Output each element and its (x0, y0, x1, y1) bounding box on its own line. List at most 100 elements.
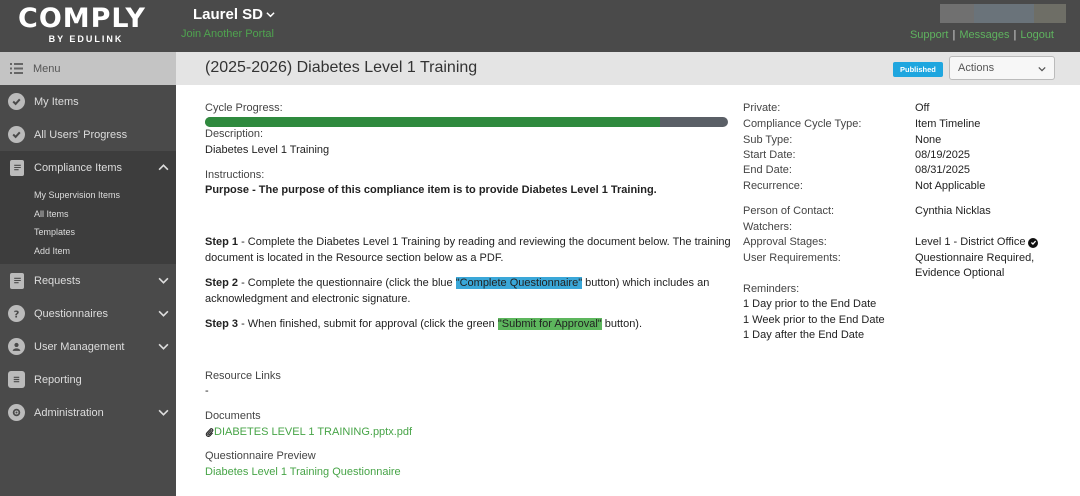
cycle-type-value: Item Timeline (915, 118, 981, 130)
support-link[interactable]: Support (910, 29, 949, 41)
recurrence-value: Not Applicable (915, 180, 986, 192)
user-icon (8, 338, 25, 355)
logout-link[interactable]: Logout (1020, 29, 1054, 41)
logo-subtext: BY EDULINK (48, 34, 124, 44)
step-3-text: Step 3 - When finished, submit for appro… (205, 317, 735, 333)
documents-label: Documents (205, 410, 261, 422)
join-portal-link[interactable]: Join Another Portal (181, 28, 274, 40)
step-3-body-post: button). (601, 318, 643, 330)
portal-selector[interactable]: Laurel SD (193, 6, 275, 23)
submenu-add-item[interactable]: Add Item (0, 242, 176, 261)
end-date-value: 08/31/2025 (915, 164, 971, 176)
sidebar-item-label: Reporting (34, 373, 82, 386)
step-2-label: Step 2 (205, 277, 239, 289)
private-label: Private: (743, 102, 781, 114)
submenu-my-supervision-items[interactable]: My Supervision Items (0, 186, 176, 205)
complete-questionnaire-highlight: "Complete Questionnaire" (455, 277, 583, 289)
step-1-body: - Complete the Diabetes Level 1 Training… (205, 236, 731, 264)
step-1-label: Step 1 (205, 236, 239, 248)
description-label: Description: (205, 128, 264, 140)
chevron-down-icon (158, 409, 169, 416)
step-2-text: Step 2 - Complete the questionnaire (cli… (205, 276, 735, 307)
compliance-items-submenu: My Supervision Items All Items Templates… (0, 184, 176, 264)
sidebar-item-questionnaires[interactable]: ? Questionnaires (0, 297, 176, 330)
user-requirements-label: User Requirements: (743, 252, 841, 264)
reminder-item: 1 Week prior to the End Date (743, 314, 885, 326)
recurrence-label: Recurrence: (743, 180, 803, 192)
sidebar-item-my-items[interactable]: My Items (0, 85, 176, 118)
cycle-type-label: Compliance Cycle Type: (743, 118, 862, 130)
private-value: Off (915, 102, 930, 114)
cycle-progress-fill (205, 117, 660, 127)
reminder-item: 1 Day after the End Date (743, 329, 865, 341)
sidebar-item-all-users-progress[interactable]: All Users' Progress (0, 118, 176, 151)
sidebar-item-label: Questionnaires (34, 307, 108, 320)
reminder-item: 1 Day prior to the End Date (743, 298, 877, 310)
start-date-value: 08/19/2025 (915, 149, 971, 161)
sidebar-item-label: Compliance Items (34, 161, 123, 174)
approval-stages-value: Level 1 - District Office (915, 236, 1039, 248)
approval-stages-label: Approval Stages: (743, 236, 827, 248)
cycle-progress-label: Cycle Progress: (205, 102, 283, 114)
gear-icon (8, 404, 25, 421)
portal-name: Laurel SD (193, 6, 264, 23)
sidebar-item-label: Administration (34, 406, 104, 419)
hamburger-icon (10, 63, 23, 74)
submenu-all-items[interactable]: All Items (0, 205, 176, 224)
document-link[interactable]: DIABETES LEVEL 1 TRAINING.pptx.pdf (205, 426, 412, 438)
chevron-down-icon (158, 277, 169, 284)
page-title: (2025-2026) Diabetes Level 1 Training (205, 59, 478, 76)
user-requirements-line-1: Questionnaire Required, (915, 252, 1035, 264)
chevron-down-icon (158, 343, 169, 350)
submit-for-approval-highlight: "Submit for Approval" (497, 318, 602, 330)
step-1-text: Step 1 - Complete the Diabetes Level 1 T… (205, 235, 735, 266)
status-badge: Published (893, 62, 943, 77)
messages-link[interactable]: Messages (959, 29, 1009, 41)
sidebar: Menu My Items All Users' Progress Compli… (0, 52, 176, 496)
start-date-label: Start Date: (743, 149, 796, 161)
resource-links-label: Resource Links (205, 370, 281, 382)
questionnaire-link[interactable]: Diabetes Level 1 Training Questionnaire (205, 466, 401, 478)
sidebar-item-user-management[interactable]: User Management (0, 330, 176, 363)
sidebar-item-label: All Users' Progress (34, 128, 128, 141)
user-avatar-area[interactable] (940, 4, 1066, 23)
sidebar-item-requests[interactable]: Requests (0, 264, 176, 297)
sidebar-item-label: Requests (34, 274, 81, 287)
menu-toggle[interactable]: Menu (0, 52, 176, 85)
report-icon (8, 371, 25, 388)
contact-value: Cynthia Nicklas (915, 205, 991, 217)
file-icon (10, 159, 24, 176)
step-3-body-pre: - When finished, submit for approval (cl… (238, 318, 498, 330)
purpose-body: - The purpose of this compliance item is… (249, 184, 657, 196)
instructions-label: Instructions: (205, 169, 265, 181)
actions-label: Actions (958, 62, 995, 74)
purpose-label: Purpose (205, 184, 250, 196)
questionnaire-preview-label: Questionnaire Preview (205, 450, 316, 462)
link-separator: | (1013, 29, 1017, 41)
chevron-down-icon (1038, 66, 1046, 72)
actions-dropdown[interactable]: Actions (949, 56, 1055, 80)
purpose-text: Purpose - The purpose of this compliance… (205, 183, 735, 199)
sidebar-item-administration[interactable]: Administration (0, 396, 176, 429)
header-links: Support | Messages | Logout (910, 29, 1054, 41)
step-2-body-pre: - Complete the questionnaire (click the … (238, 277, 456, 289)
document-link-text: DIABETES LEVEL 1 TRAINING.pptx.pdf (214, 426, 413, 438)
user-requirements-line-2: Evidence Optional (915, 267, 1005, 279)
step-3-label: Step 3 (205, 318, 239, 330)
sidebar-item-reporting[interactable]: Reporting (0, 363, 176, 396)
check-circle-icon (1028, 237, 1039, 248)
paperclip-icon (205, 427, 214, 437)
file-icon (10, 272, 24, 289)
approval-stage-text: Level 1 - District Office (915, 236, 1026, 248)
sidebar-item-compliance-items[interactable]: Compliance Items (0, 151, 176, 184)
check-circle-icon (8, 126, 25, 143)
link-separator: | (952, 29, 956, 41)
chevron-down-icon (266, 12, 275, 18)
top-header: COMPLY BY EDULINK Laurel SD Join Another… (0, 0, 1080, 52)
contact-label: Person of Contact: (743, 205, 835, 217)
reminders-label: Reminders: (743, 283, 800, 295)
main-content: Cycle Progress: Description: Diabetes Le… (176, 85, 1080, 496)
comply-logo[interactable]: COMPLY BY EDULINK (18, 4, 152, 50)
resource-links-value: - (205, 385, 209, 397)
submenu-templates[interactable]: Templates (0, 223, 176, 242)
